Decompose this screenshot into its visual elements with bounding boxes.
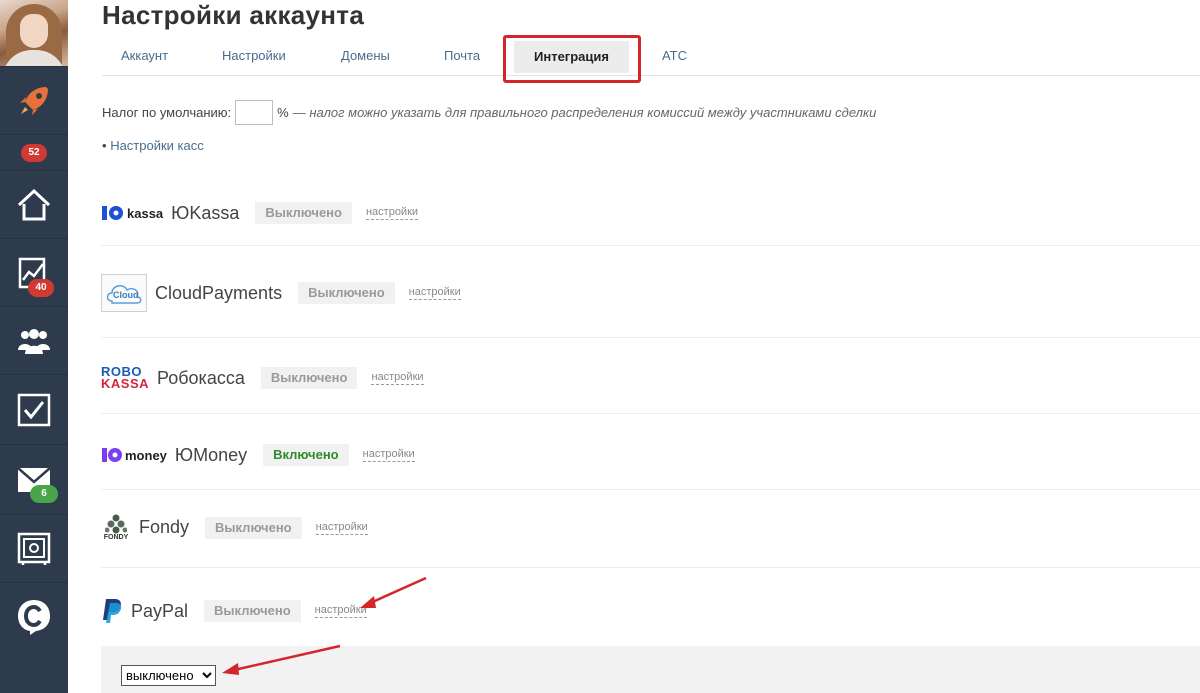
sidebar-item-home[interactable] [0,170,68,238]
provider-yookassa: kassa ЮKassa Выключено настройки [101,176,1200,246]
sidebar-item-mail[interactable]: 6 [0,444,68,514]
yookassa-logo-text: kassa [127,205,164,221]
tab-integration[interactable]: Интеграция [514,41,629,73]
cloudpayments-logo-text: Cloud [113,290,139,300]
tab-domains[interactable]: Домены [341,48,390,63]
home-icon [17,188,51,220]
status-badge: Выключено [205,516,302,539]
tax-hint: — налог можно указать для правильного ра… [292,105,877,120]
tax-label: Налог по умолчанию: [102,105,232,120]
cloudpayments-logo: Cloud [101,274,147,312]
tab-settings[interactable]: Настройки [222,48,286,63]
sidebar: 52 40 6 [0,0,68,693]
users-group-icon [18,328,50,354]
tabs-bar: Аккаунт Настройки Домены Почта Интеграци… [102,38,1200,76]
yoomoney-logo: money [101,447,167,463]
paypal-settings-link[interactable]: настройки [314,604,367,618]
main-content: Настройки аккаунта Аккаунт Настройки Дом… [68,0,1200,693]
tab-mail[interactable]: Почта [444,48,480,63]
tab-ats[interactable]: АТС [662,48,687,63]
avatar[interactable] [0,0,68,66]
tax-input[interactable] [235,100,274,125]
fondy-logo-icon [105,514,127,534]
rocket-icon [20,86,48,115]
status-badge: Выключено [255,202,352,224]
provider-cloudpayments: Cloud CloudPayments Выключено настройки [101,246,1200,338]
provider-name: ЮMoney [174,444,248,465]
fondy-logo-text: FONDY [103,534,129,541]
provider-paypal: PayPal Выключено настройки [101,568,1200,646]
status-badge: Выключено [260,367,358,389]
tax-row: Налог по умолчанию: % — налог можно указ… [102,100,876,125]
logo-c-icon [18,599,50,635]
tax-unit: % [277,105,289,120]
mail-badge: 6 [30,485,58,503]
provider-name: CloudPayments [155,282,283,303]
robokassa-logo-bottom: KASSA [101,376,150,391]
tab-account[interactable]: Аккаунт [121,48,168,63]
provider-name: ЮKassa [171,202,240,223]
settings-link[interactable]: настройки [362,448,415,462]
provider-name: PayPal [131,600,189,621]
yookassa-logo-icon [102,206,123,220]
settings-link[interactable]: настройки [371,371,424,385]
robokassa-logo: ROBO KASSA [101,365,150,391]
sidebar-item-users[interactable] [0,306,68,374]
settings-link[interactable]: настройки [315,521,368,535]
paypal-settings-panel: выключено [101,646,1200,693]
sidebar-item-safe[interactable] [0,514,68,582]
safe-box-icon [17,532,51,565]
provider-robokassa: ROBO KASSA Робокасса Выключено настройки [101,338,1200,414]
task-check-icon [17,393,51,426]
yoomoney-logo-icon [102,448,122,462]
notifications-badge: 52 [21,143,47,162]
sidebar-item-tasks[interactable] [0,374,68,444]
sidebar-item-logo[interactable] [0,582,68,650]
provider-yoomoney: money ЮMoney Включено настройки [101,414,1200,490]
fondy-logo: FONDY [101,514,131,541]
status-badge: Включено [263,444,349,466]
sidebar-item-analytics[interactable]: 40 [0,238,68,306]
paypal-logo-icon [103,599,122,623]
settings-link[interactable]: настройки [365,206,419,220]
provider-fondy: FONDY Fondy Выключено настройки [101,490,1200,568]
settings-link[interactable]: настройки [408,286,461,300]
status-badge: Выключено [298,282,395,304]
provider-name: Fondy [139,517,190,537]
analytics-badge: 40 [28,279,54,297]
sidebar-item-notifications[interactable]: 52 [0,134,68,170]
paypal-status-select[interactable]: выключено [121,665,216,686]
provider-name: Робокасса [157,367,245,388]
sidebar-item-rocket[interactable] [0,66,68,134]
kassa-settings-row: • Настройки касс [102,138,204,153]
bullet: • [102,138,107,153]
kassa-settings-link[interactable]: Настройки касс [110,138,204,153]
yookassa-logo: kassa [101,205,163,221]
page-title: Настройки аккаунта [102,0,365,30]
yoomoney-logo-text: money [125,447,167,463]
status-badge: Выключено [204,600,301,622]
